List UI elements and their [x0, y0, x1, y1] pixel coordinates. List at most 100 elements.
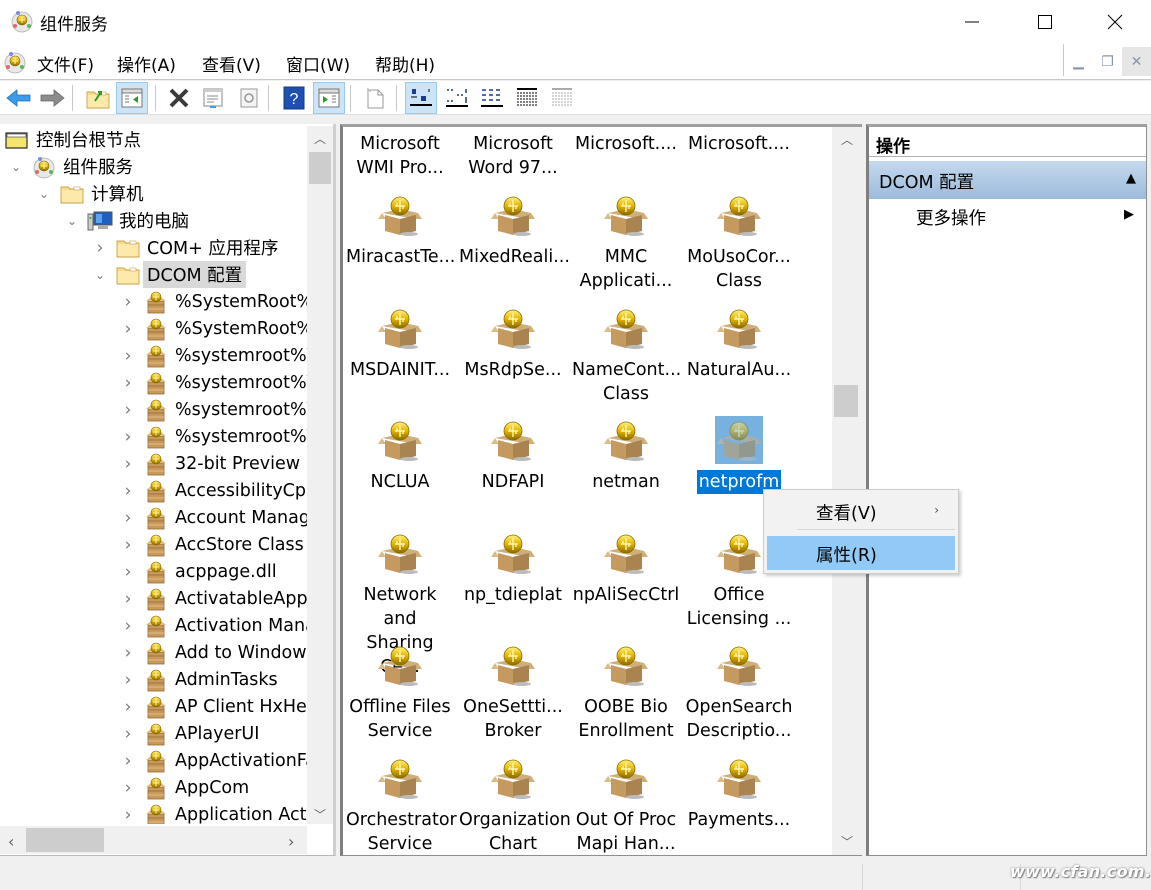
tree-hscroll-thumb[interactable] [26, 828, 104, 852]
collapsed-chevron-icon[interactable]: › [121, 697, 135, 717]
dcom-component-item[interactable]: Microsoft.... [570, 132, 682, 156]
collapsed-chevron-icon[interactable]: › [121, 454, 135, 474]
collapsed-chevron-icon[interactable]: › [121, 643, 135, 663]
close-button[interactable] [1086, 0, 1144, 44]
menu-help[interactable]: 帮助(H) [375, 51, 435, 76]
mmc-system-menu-icon[interactable] [3, 50, 27, 79]
dcom-component-item[interactable]: Microsoft WMI Pro... [344, 132, 456, 180]
expanded-chevron-icon[interactable]: ⌄ [37, 187, 51, 201]
collapsed-chevron-icon[interactable]: › [121, 319, 135, 339]
collapsed-chevron-icon[interactable]: › [121, 346, 135, 366]
collapsed-chevron-icon[interactable]: › [121, 589, 135, 609]
collapsed-chevron-icon[interactable]: › [121, 562, 135, 582]
tree-node[interactable]: › 32-bit Preview H [121, 450, 307, 477]
up-one-level-button[interactable] [82, 82, 114, 114]
tree-node[interactable]: › AccessibilityCplA [121, 477, 307, 504]
menu-action[interactable]: 操作(A) [117, 51, 176, 76]
expanded-chevron-icon[interactable]: ⌄ [9, 160, 23, 174]
scroll-up-arrow-icon[interactable]: ︿ [841, 131, 853, 148]
dcom-component-item[interactable]: np_tdieplat [457, 529, 569, 607]
tree-node[interactable]: › Activation Mana [121, 612, 307, 639]
tree-node[interactable]: ⌄ DCOM 配置 [93, 261, 247, 288]
dcom-component-item[interactable]: MSDAINIT... [344, 304, 456, 382]
menu-window[interactable]: 窗口(W) [286, 51, 350, 76]
export-list-button[interactable] [359, 82, 391, 114]
dcom-component-item[interactable]: NCLUA [344, 416, 456, 494]
tree-node[interactable]: › Add to Windows [121, 639, 307, 666]
scroll-up-arrow-icon[interactable]: ︿ [314, 130, 326, 147]
menu-file[interactable]: 文件(F) [37, 51, 94, 76]
collapsed-chevron-icon[interactable]: › [121, 535, 135, 555]
dcom-component-item[interactable]: Out Of Proc Mapi Han... [570, 754, 682, 856]
collapsed-chevron-icon[interactable]: › [121, 616, 135, 636]
collapsed-chevron-icon[interactable]: › [121, 292, 135, 312]
dcom-component-item[interactable]: MixedReali... [457, 191, 570, 269]
dcom-component-item[interactable]: NaturalAu... [683, 304, 795, 382]
expanded-chevron-icon[interactable]: ⌄ [93, 268, 107, 282]
tree-node[interactable]: › APlayerUI [121, 720, 259, 747]
collapsed-chevron-icon[interactable]: › [121, 373, 135, 393]
dcom-component-item[interactable]: netman [570, 416, 682, 494]
minimize-button[interactable] [943, 0, 1001, 44]
dcom-component-item[interactable]: Orchestrator Service [344, 754, 457, 856]
dcom-component-item[interactable]: Microsoft.... [683, 132, 795, 156]
expanded-chevron-icon[interactable]: ⌄ [65, 214, 79, 228]
context-menu-view[interactable]: 查看(V) › [767, 494, 955, 528]
dcom-component-item[interactable]: NameCont... Class [570, 304, 682, 406]
tree-node[interactable]: › Application Acti [121, 801, 307, 824]
dcom-component-item[interactable]: NDFAPI [457, 416, 569, 494]
tree-node[interactable]: 控制台根节点 [4, 126, 141, 153]
tree-node[interactable]: › AP Client HxHel [121, 693, 307, 720]
collapsed-chevron-icon[interactable]: › [121, 805, 135, 825]
maximize-button[interactable] [1016, 0, 1074, 44]
tree-vertical-scrollbar[interactable]: ︿ ﹀ [307, 126, 333, 824]
tree-vscroll-thumb[interactable] [309, 152, 331, 184]
show-hide-action-pane-button[interactable] [313, 82, 345, 114]
properties-button[interactable] [197, 82, 229, 114]
tree-node[interactable]: › COM+ 应用程序 [93, 234, 279, 261]
tree-node[interactable]: › %systemroot%\ [121, 369, 307, 396]
tree-node[interactable]: › Account Manag [121, 504, 307, 531]
tree-node[interactable]: › %systemroot%\ [121, 423, 307, 450]
dcom-component-item[interactable]: Payments... [683, 754, 795, 832]
collapsed-chevron-icon[interactable]: › [121, 778, 135, 798]
tree-node[interactable]: ⌄ 我的电脑 [65, 207, 189, 234]
tree-node[interactable]: › %SystemRoot% [121, 315, 307, 342]
scroll-left-arrow-icon[interactable]: ‹ [8, 832, 14, 851]
menu-view[interactable]: 查看(V) [202, 51, 261, 76]
scroll-right-arrow-icon[interactable]: › [288, 832, 294, 851]
collapsed-chevron-icon[interactable]: › [121, 400, 135, 420]
child-close-button[interactable]: ✕ [1122, 47, 1151, 76]
tree-node[interactable]: ⌄ 组件服务 [9, 153, 133, 180]
child-restore-button[interactable]: ❐ [1093, 47, 1122, 76]
help-button[interactable]: ? [278, 82, 310, 114]
collapsed-chevron-icon[interactable]: › [121, 508, 135, 528]
forward-button[interactable] [36, 82, 68, 114]
dcom-component-item[interactable]: Offline Files Service [344, 641, 456, 743]
collapsed-chevron-icon[interactable]: › [121, 724, 135, 744]
tree-node[interactable]: › AppCom [121, 774, 249, 801]
tree-node[interactable]: ⌄ 计算机 [37, 180, 144, 207]
scroll-down-arrow-icon[interactable]: ﹀ [841, 833, 853, 850]
context-menu-properties[interactable]: 属性(R) [767, 536, 955, 570]
collapsed-chevron-icon[interactable]: › [121, 481, 135, 501]
actions-group-dcom-config[interactable]: DCOM 配置 ▲ [869, 161, 1146, 199]
collapsed-chevron-icon[interactable]: › [121, 427, 135, 447]
tree-node[interactable]: › %SystemRoot% [121, 288, 307, 315]
detail-view-button[interactable] [511, 82, 543, 114]
child-minimize-button[interactable]: ▁ [1064, 47, 1093, 76]
large-icons-view-button[interactable] [405, 82, 437, 114]
scroll-down-arrow-icon[interactable]: ﹀ [314, 806, 326, 823]
dcom-component-item[interactable]: MoUsoCor... Class [683, 191, 795, 293]
dcom-component-item[interactable]: OpenSearch Descriptio... [683, 641, 795, 743]
tree-node[interactable]: › AccStore Class [121, 531, 304, 558]
list-view-button[interactable] [476, 82, 508, 114]
list-vscroll-thumb[interactable] [834, 385, 858, 417]
dcom-component-item[interactable]: OneSettti... Broker [457, 641, 569, 743]
collapse-caret-icon[interactable]: ▲ [1126, 171, 1136, 186]
tree-node[interactable]: › AdminTasks [121, 666, 278, 693]
small-icons-view-button[interactable] [441, 82, 473, 114]
dcom-component-item[interactable]: MMC Applicati... [570, 191, 682, 293]
dcom-component-item[interactable]: npAliSecCtrl [570, 529, 682, 607]
dcom-component-item[interactable]: Microsoft Word 97... [457, 132, 569, 180]
